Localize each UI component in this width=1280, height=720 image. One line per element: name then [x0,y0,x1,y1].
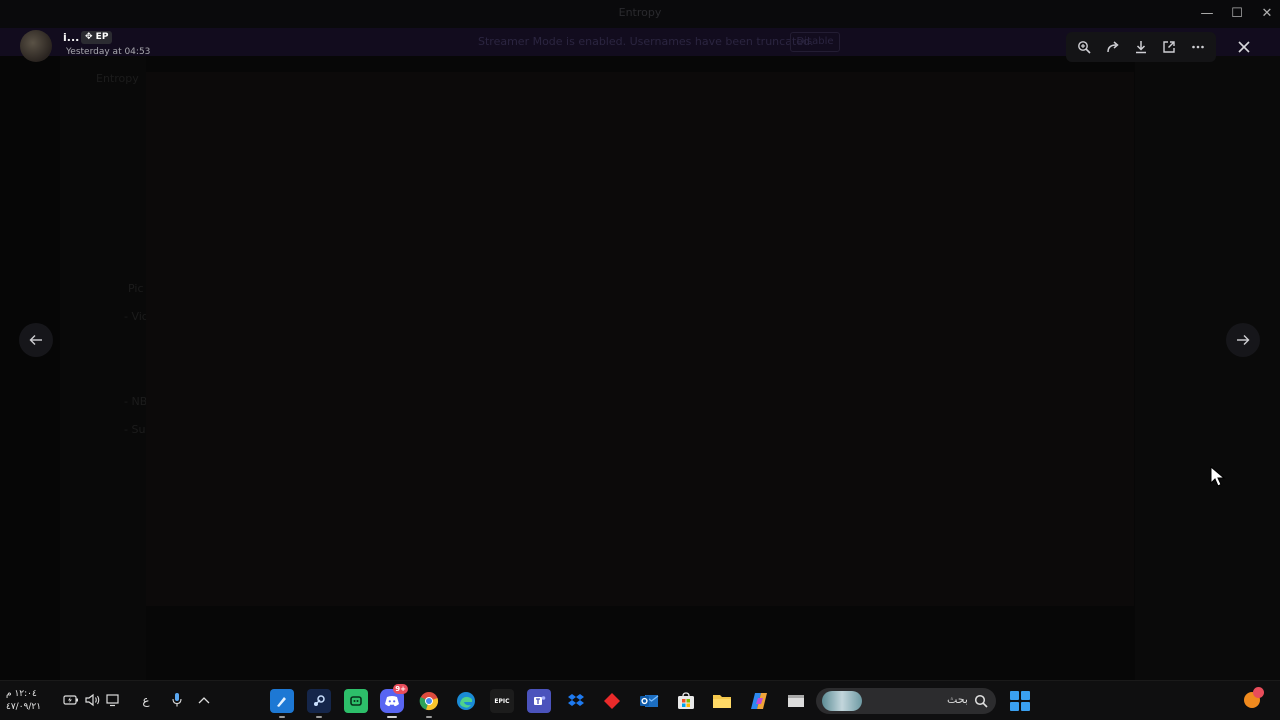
member-list [1135,56,1280,680]
open-external-icon[interactable] [1157,35,1181,59]
discord-app-icon[interactable]: 9+ [380,684,408,718]
file-explorer-app-icon[interactable] [710,689,734,713]
epic-games-app-icon[interactable]: EPIC [490,689,514,713]
disable-streamer-button[interactable]: Disable [790,32,840,52]
notification-center-icon[interactable] [1244,687,1264,708]
search-placeholder: بحث [947,693,968,706]
steam-app-icon[interactable] [307,689,331,718]
discord-notification-badge: 9+ [393,684,408,694]
dropbox-app-icon[interactable] [564,689,588,713]
zoom-in-icon[interactable] [1072,35,1096,59]
channel-item: Pic [128,282,144,295]
windows-taskbar: ١٢:٠٤ م ٤٧/٠٩/٢١ ع 9+ EPIC بحث [0,680,1280,720]
more-icon[interactable] [1186,35,1210,59]
next-image-button[interactable] [1226,323,1260,357]
mouse-cursor-icon [1210,465,1226,492]
arrow-right-icon [1237,335,1250,345]
arrow-left-icon [29,335,42,345]
search-highlight-image [822,691,862,711]
streamer-mode-message: Streamer Mode is enabled. Usernames have… [478,35,814,48]
edge-app-icon[interactable] [454,689,478,713]
close-window-button[interactable]: ✕ [1256,4,1278,24]
avatar[interactable] [20,30,52,62]
running-indicator [279,716,285,718]
channel-item: - NB [124,395,148,408]
forward-icon[interactable] [1101,35,1125,59]
microphone-icon[interactable] [168,691,186,709]
viewer-toolbar [1066,32,1216,62]
search-icon [974,693,988,712]
server-sidebar [0,56,60,680]
red-app-icon[interactable] [600,689,624,713]
paint-app-icon[interactable] [270,689,294,718]
notification-badge [1253,687,1264,698]
window-title: Entropy [618,6,662,19]
volume-icon[interactable] [84,691,102,709]
message-timestamp: Yesterday at 04:53 [66,47,151,57]
image-preview [146,72,1134,606]
green-app-icon[interactable] [344,689,368,713]
copilot-app-icon[interactable] [747,689,771,713]
running-indicator [426,716,432,718]
title-bar: Entropy — ☐ ✕ [0,0,1280,28]
store-app-icon[interactable] [674,689,698,713]
window-app-icon[interactable] [784,689,808,713]
minimize-button[interactable]: — [1196,4,1218,24]
network-icon[interactable] [104,691,122,709]
server-name: Entropy [96,72,139,85]
close-icon[interactable] [1231,34,1257,60]
author-name[interactable]: i... [63,31,79,44]
discord-window: Entropy — ☐ ✕ Streamer Mode is enabled. … [0,0,1280,680]
battery-charging-icon[interactable] [62,691,80,709]
channel-list: Entropy Pic - Vid - NB - Sup [60,56,152,680]
previous-image-button[interactable] [19,323,53,357]
taskbar-search[interactable]: بحث [816,688,996,714]
author-tag: ✥ EP [81,31,113,44]
maximize-button[interactable]: ☐ [1226,4,1248,24]
clock-time: ١٢:٠٤ م [6,689,37,699]
chevron-up-icon[interactable] [195,691,213,709]
chrome-app-icon[interactable] [417,689,441,718]
input-language-indicator[interactable]: ع [137,691,155,709]
clock-date: ٤٧/٠٩/٢١ [6,702,42,712]
outlook-app-icon[interactable] [637,689,661,713]
teams-app-icon[interactable] [527,689,551,713]
start-button[interactable] [1010,691,1030,711]
download-icon[interactable] [1129,35,1153,59]
running-indicator [387,716,397,718]
running-indicator [316,716,322,718]
system-clock[interactable]: ١٢:٠٤ م ٤٧/٠٩/٢١ [6,688,41,714]
